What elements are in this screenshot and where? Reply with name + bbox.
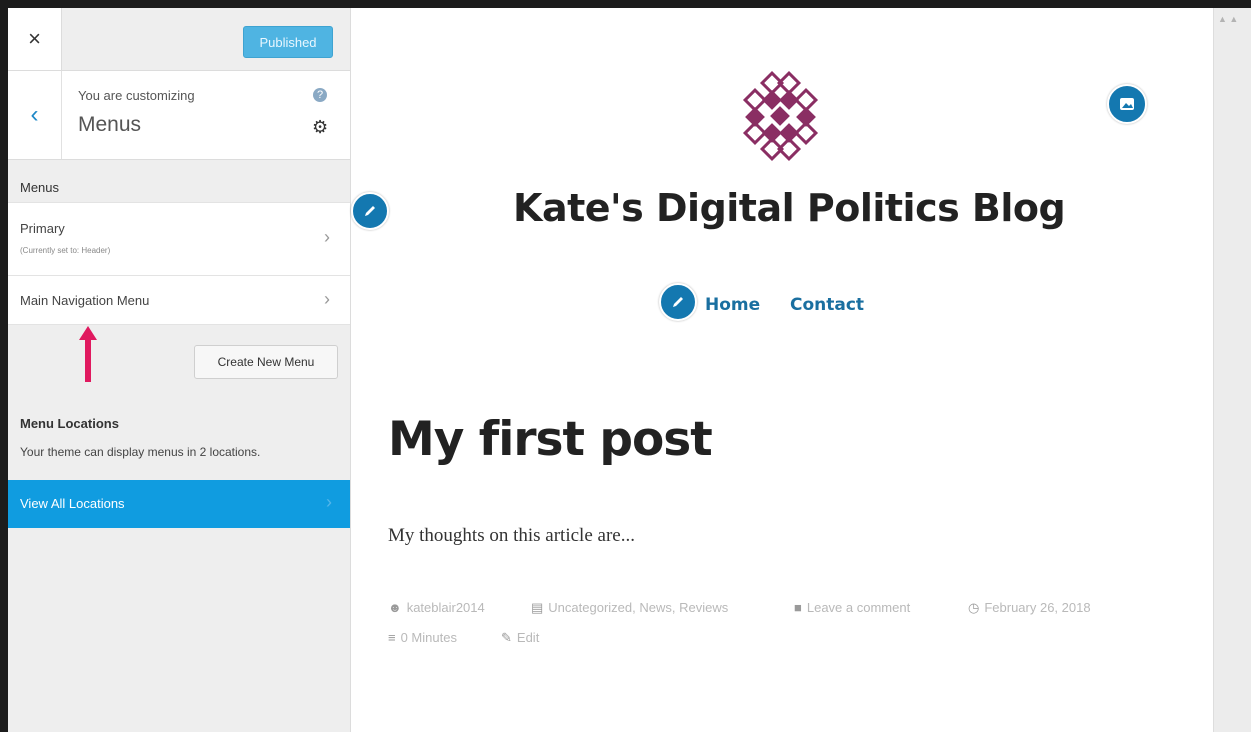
pencil-icon (365, 206, 375, 216)
customizer-header: × Published (8, 8, 350, 71)
scroll-up-arrow-icon[interactable]: ▲ ▲ (1218, 14, 1238, 24)
menus-section-heading: Menus (20, 180, 60, 195)
chevron-right-icon: › (326, 492, 332, 512)
close-icon: × (28, 26, 41, 51)
chevron-left-icon: ‹ (30, 101, 39, 128)
post-edit-link[interactable]: ✎ Edit (501, 630, 539, 646)
pencil-icon (673, 297, 683, 307)
site-title-edit-button[interactable] (351, 192, 389, 230)
customizing-label: You are customizing (78, 88, 195, 103)
panel-title: Menus (78, 113, 142, 136)
post-date[interactable]: ◷ February 26, 2018 (968, 600, 1091, 616)
read-time-icon: ≡ (388, 630, 396, 645)
site-logo-icon (742, 70, 819, 162)
nav-link-contact[interactable]: Contact (790, 295, 864, 315)
menu-item-sub: (Currently set to: Header) (20, 246, 111, 255)
publish-button[interactable]: Published (243, 26, 333, 58)
nav-link-home[interactable]: Home (705, 295, 760, 315)
site-title[interactable]: Kate's Digital Politics Blog (513, 186, 1066, 230)
post-categories[interactable]: ▤ Uncategorized, News, Reviews (531, 600, 728, 616)
folder-icon: ▤ (531, 600, 544, 615)
paperclip-icon: ✎ (501, 630, 512, 645)
help-icon[interactable]: ? (313, 88, 327, 102)
post-read-time: ≡ 0 Minutes (388, 630, 457, 645)
comment-icon: ■ (794, 600, 802, 615)
site-preview: Kate's Digital Politics Blog Home Contac… (351, 8, 1213, 732)
panel-info: ‹ You are customizing Menus ? ⚙ (8, 71, 350, 160)
post-body: My thoughts on this article are... (388, 525, 635, 546)
menu-item-label: Primary (20, 221, 65, 236)
chevron-right-icon: › (324, 227, 330, 247)
menu-item-main-navigation[interactable]: Main Navigation Menu › (8, 275, 350, 325)
customizer-sidebar: × Published ‹ You are customizing Menus … (8, 8, 351, 732)
annotation-arrow-icon (79, 326, 97, 382)
menu-locations-description: Your theme can display menus in 2 locati… (20, 445, 261, 459)
menu-item-primary[interactable]: Primary (Currently set to: Header) › (8, 202, 350, 276)
preview-scrollbar[interactable] (1213, 8, 1251, 732)
back-button[interactable]: ‹ (8, 71, 62, 159)
menu-item-label: Main Navigation Menu (20, 293, 150, 308)
image-icon (1120, 98, 1134, 110)
view-all-locations-button[interactable]: View All Locations › (8, 480, 350, 528)
close-button[interactable]: × (8, 8, 62, 70)
create-new-menu-button[interactable]: Create New Menu (194, 345, 338, 379)
clock-icon: ◷ (968, 600, 980, 615)
menu-locations-title: Menu Locations (20, 416, 119, 431)
header-image-edit-button[interactable] (1107, 84, 1147, 124)
post-author[interactable]: ☻ kateblair2014 (388, 600, 485, 615)
post-comments[interactable]: ■ Leave a comment (794, 600, 910, 615)
view-all-locations-label: View All Locations (20, 496, 125, 511)
menu-edit-button[interactable] (659, 283, 697, 321)
user-icon: ☻ (388, 600, 402, 615)
post-title[interactable]: My first post (388, 412, 713, 467)
chevron-right-icon: › (324, 289, 330, 309)
gear-icon[interactable]: ⚙ (312, 117, 328, 138)
